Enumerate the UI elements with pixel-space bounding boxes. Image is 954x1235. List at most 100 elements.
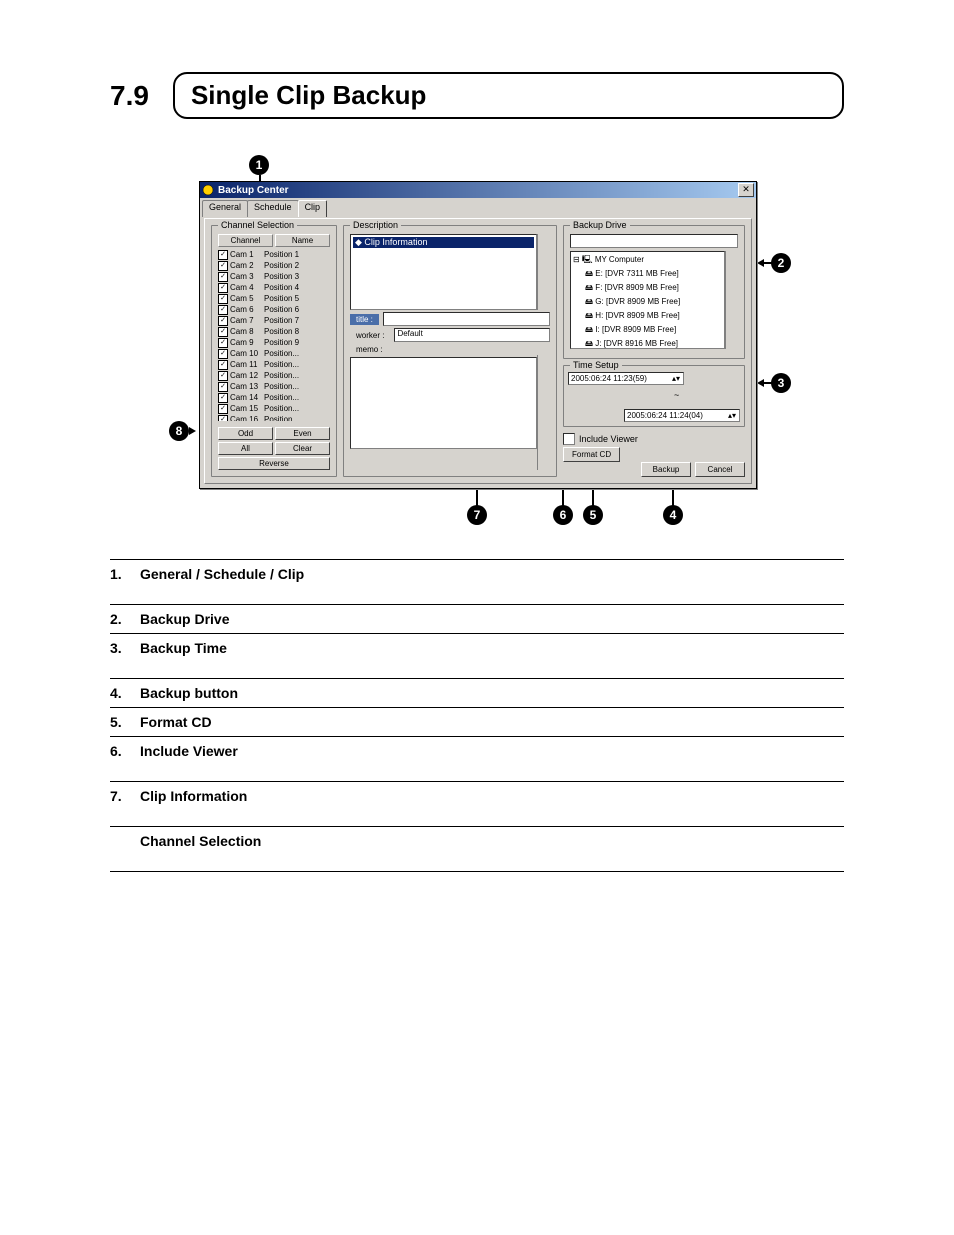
- checkbox-icon[interactable]: ✓: [218, 393, 228, 403]
- tree-root[interactable]: ⊟ 🖳 MY Computer: [573, 254, 722, 268]
- item-number: 5.: [110, 714, 140, 730]
- window-title: Backup Center: [218, 185, 738, 196]
- checkbox-icon[interactable]: ✓: [218, 404, 228, 414]
- memo-input[interactable]: [350, 357, 537, 449]
- name-label: Position 8: [264, 327, 299, 336]
- channel-row[interactable]: ✓Cam 16Position...: [218, 414, 330, 421]
- format-cd-button[interactable]: Format CD: [563, 447, 620, 462]
- cam-label: Cam 9: [230, 338, 264, 347]
- section-number: 7.9: [110, 80, 149, 112]
- spinner-icon[interactable]: ▴▾: [727, 411, 737, 420]
- worker-input[interactable]: Default: [394, 328, 550, 342]
- drive-node[interactable]: 🖴 G: [DVR 8909 MB Free]: [573, 296, 722, 310]
- name-label: Position...: [264, 349, 299, 358]
- backup-drive-group: Backup Drive ⊟ 🖳 MY Computer🖴 E: [DVR 73…: [563, 225, 745, 359]
- checkbox-icon[interactable]: ✓: [218, 316, 228, 326]
- checkbox-icon[interactable]: ✓: [218, 360, 228, 370]
- list-item: 5.Format CD: [110, 708, 844, 737]
- channel-row[interactable]: ✓Cam 1Position 1: [218, 249, 330, 260]
- cam-label: Cam 5: [230, 294, 264, 303]
- all-button[interactable]: All: [218, 442, 273, 455]
- item-term: Include Viewer: [140, 743, 844, 759]
- channel-row[interactable]: ✓Cam 2Position 2: [218, 260, 330, 271]
- worker-label: worker :: [350, 330, 390, 341]
- name-label: Position 6: [264, 305, 299, 314]
- name-label: Position 2: [264, 261, 299, 270]
- name-label: Position 7: [264, 316, 299, 325]
- drive-node[interactable]: 🖴 I: [DVR 8909 MB Free]: [573, 324, 722, 338]
- channel-row[interactable]: ✓Cam 7Position 7: [218, 315, 330, 326]
- col-channel[interactable]: Channel: [218, 234, 273, 247]
- tab-clip[interactable]: Clip: [298, 200, 328, 217]
- cam-label: Cam 12: [230, 371, 264, 380]
- drive-tree[interactable]: ⊟ 🖳 MY Computer🖴 E: [DVR 7311 MB Free]🖴 …: [570, 251, 725, 349]
- checkbox-icon[interactable]: ✓: [218, 382, 228, 392]
- checkbox-icon[interactable]: ✓: [218, 327, 228, 337]
- cam-label: Cam 2: [230, 261, 264, 270]
- col-name[interactable]: Name: [275, 234, 330, 247]
- checkbox-icon[interactable]: ✓: [218, 294, 228, 304]
- checkbox-icon[interactable]: ✓: [218, 272, 228, 282]
- clip-info-list[interactable]: ◆ Clip Information: [350, 234, 537, 310]
- clip-information-item[interactable]: ◆ Clip Information: [353, 237, 534, 248]
- callout-line: [189, 427, 196, 435]
- channel-row[interactable]: ✓Cam 15Position...: [218, 403, 330, 414]
- tab-schedule[interactable]: Schedule: [247, 200, 299, 217]
- channel-row[interactable]: ✓Cam 5Position 5: [218, 293, 330, 304]
- channel-row[interactable]: ✓Cam 3Position 3: [218, 271, 330, 282]
- time-start-input[interactable]: 2005:06:24 11:23(59)▴▾: [568, 372, 684, 385]
- list-item: 6.Include Viewer: [110, 737, 844, 782]
- channel-row[interactable]: ✓Cam 4Position 4: [218, 282, 330, 293]
- include-viewer-checkbox[interactable]: [563, 433, 575, 445]
- title-input[interactable]: [383, 312, 550, 326]
- drive-path-input[interactable]: [570, 234, 738, 248]
- scrollbar[interactable]: [725, 251, 738, 349]
- scrollbar[interactable]: [537, 355, 550, 470]
- time-end-input[interactable]: 2005:06:24 11:24(04)▴▾: [624, 409, 740, 422]
- channel-list[interactable]: ✓Cam 1Position 1✓Cam 2Position 2✓Cam 3Po…: [218, 249, 330, 421]
- checkbox-icon[interactable]: ✓: [218, 338, 228, 348]
- checkbox-icon[interactable]: ✓: [218, 371, 228, 381]
- clear-button[interactable]: Clear: [275, 442, 330, 455]
- channel-row[interactable]: ✓Cam 13Position...: [218, 381, 330, 392]
- name-label: Position 3: [264, 272, 299, 281]
- cam-label: Cam 4: [230, 283, 264, 292]
- close-button[interactable]: ✕: [738, 183, 754, 197]
- channel-row[interactable]: ✓Cam 6Position 6: [218, 304, 330, 315]
- checkbox-icon[interactable]: ✓: [218, 261, 228, 271]
- drive-node[interactable]: 🖴 H: [DVR 8909 MB Free]: [573, 310, 722, 324]
- cam-label: Cam 10: [230, 349, 264, 358]
- spinner-icon[interactable]: ▴▾: [671, 374, 681, 383]
- drive-node[interactable]: 🖴 J: [DVR 8916 MB Free]: [573, 338, 722, 349]
- section-title: Single Clip Backup: [173, 72, 844, 119]
- channel-row[interactable]: ✓Cam 14Position...: [218, 392, 330, 403]
- drive-node[interactable]: 🖴 F: [DVR 8909 MB Free]: [573, 282, 722, 296]
- checkbox-icon[interactable]: ✓: [218, 415, 228, 422]
- description-group: Description ◆ Clip Information title : w…: [343, 225, 557, 477]
- name-label: Position...: [264, 382, 299, 391]
- scrollbar[interactable]: [537, 234, 550, 310]
- tab-general[interactable]: General: [202, 200, 248, 217]
- checkbox-icon[interactable]: ✓: [218, 250, 228, 260]
- channel-row[interactable]: ✓Cam 12Position...: [218, 370, 330, 381]
- odd-button[interactable]: Odd: [218, 427, 273, 440]
- backup-button[interactable]: Backup: [641, 462, 691, 477]
- checkbox-icon[interactable]: ✓: [218, 283, 228, 293]
- list-item: 7.Clip Information: [110, 782, 844, 827]
- name-label: Position...: [264, 404, 299, 413]
- reverse-button[interactable]: Reverse: [218, 457, 330, 470]
- cancel-button[interactable]: Cancel: [695, 462, 745, 477]
- item-number: 2.: [110, 611, 140, 627]
- drive-node[interactable]: 🖴 E: [DVR 7311 MB Free]: [573, 268, 722, 282]
- checkbox-icon[interactable]: ✓: [218, 349, 228, 359]
- even-button[interactable]: Even: [275, 427, 330, 440]
- description-list: 1.General / Schedule / Clip2.Backup Driv…: [110, 559, 844, 872]
- channel-row[interactable]: ✓Cam 8Position 8: [218, 326, 330, 337]
- figure: 1 2 3 4 5 6 7 8 Backup Center ✕: [167, 159, 787, 529]
- channel-row[interactable]: ✓Cam 11Position...: [218, 359, 330, 370]
- callout-1: 1: [249, 155, 269, 175]
- name-label: Position 9: [264, 338, 299, 347]
- checkbox-icon[interactable]: ✓: [218, 305, 228, 315]
- channel-row[interactable]: ✓Cam 10Position...: [218, 348, 330, 359]
- channel-row[interactable]: ✓Cam 9Position 9: [218, 337, 330, 348]
